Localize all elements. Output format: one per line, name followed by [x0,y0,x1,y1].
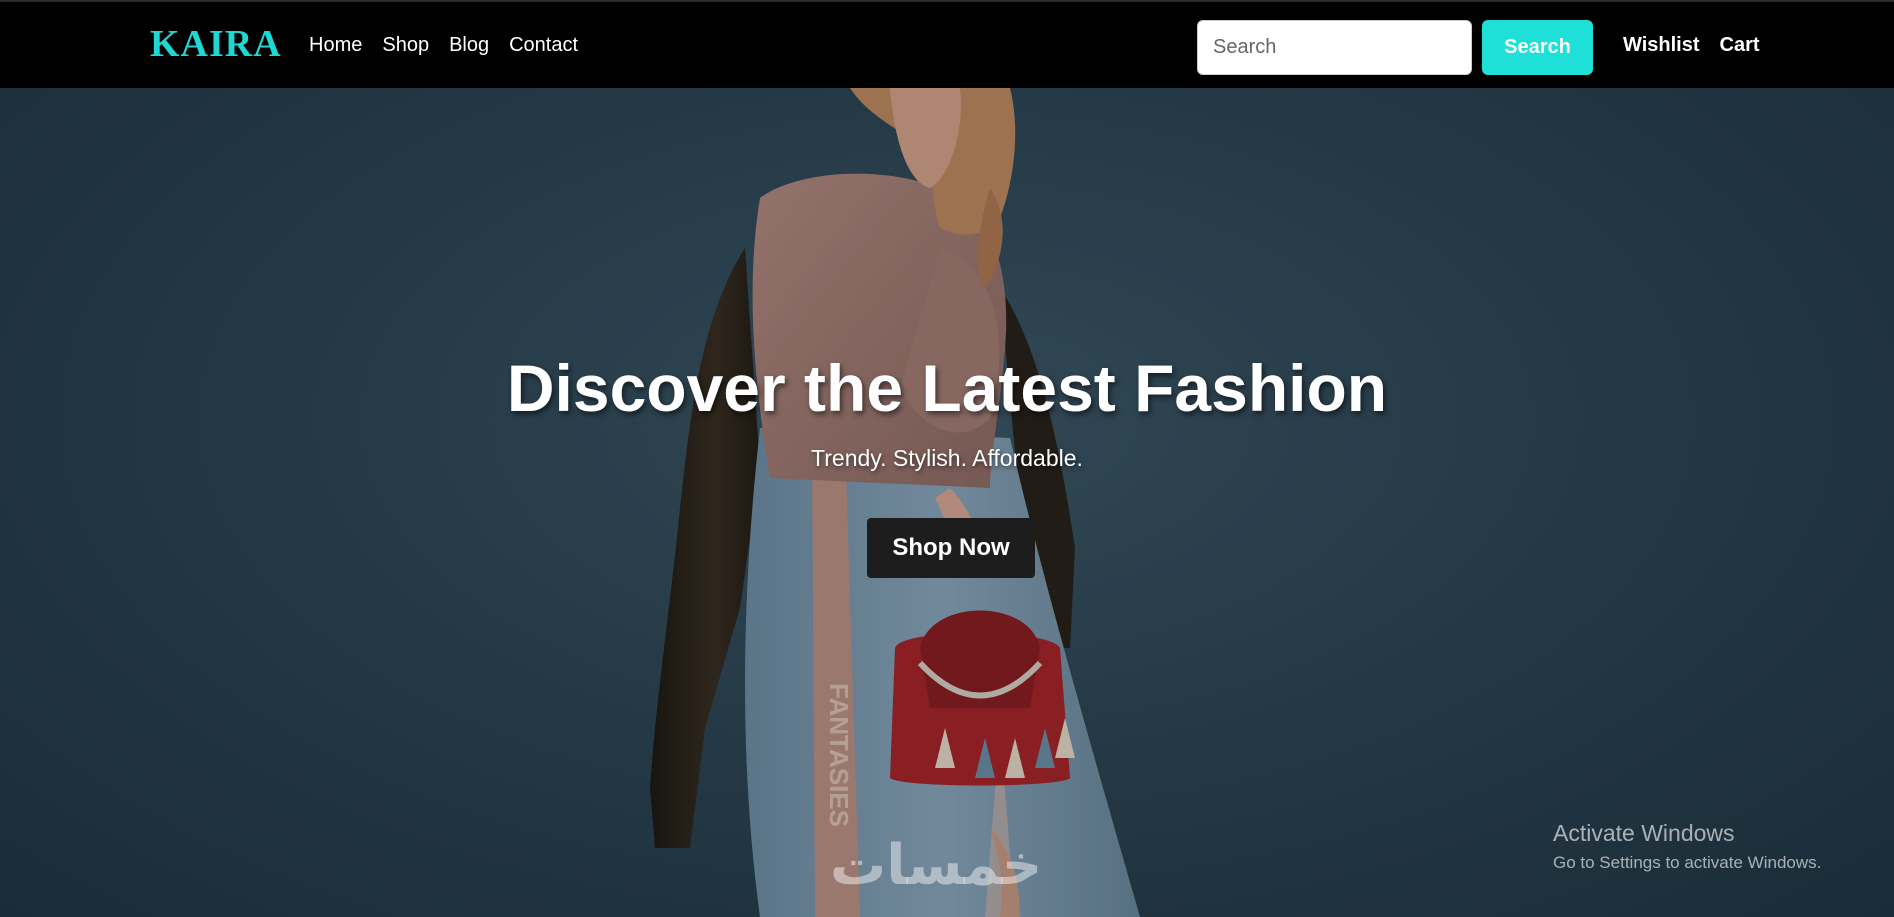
top-navbar: KAIRA Home Shop Blog Contact Search Wish… [0,0,1894,88]
hero-subtitle: Trendy. Stylish. Affordable. [811,445,1083,471]
hero-title: Discover the Latest Fashion [506,351,1388,425]
site-watermark: خمسات [830,833,1043,898]
hero-darken-overlay [0,88,1894,917]
search-input[interactable] [1197,20,1472,75]
wishlist-link[interactable]: Wishlist [1623,33,1700,57]
nav-link-shop[interactable]: Shop [382,33,429,57]
main-nav: Home Shop Blog Contact [309,33,578,57]
nav-link-contact[interactable]: Contact [509,33,578,57]
brand-logo[interactable]: KAIRA [150,22,282,66]
windows-activation-notice: Activate Windows Go to Settings to activ… [1553,819,1821,875]
hero-banner: FANTASIES Discover the Latest Fashion Tr… [0,88,1894,917]
activation-hint: Go to Settings to activate Windows. [1553,853,1822,872]
search-button[interactable]: Search [1482,20,1593,75]
nav-link-home[interactable]: Home [309,33,362,57]
shop-now-button[interactable]: Shop Now [867,518,1035,578]
activation-title: Activate Windows [1553,820,1735,846]
user-nav: Wishlist Cart [1623,33,1760,57]
cart-link[interactable]: Cart [1720,33,1760,57]
nav-link-blog[interactable]: Blog [449,33,489,57]
